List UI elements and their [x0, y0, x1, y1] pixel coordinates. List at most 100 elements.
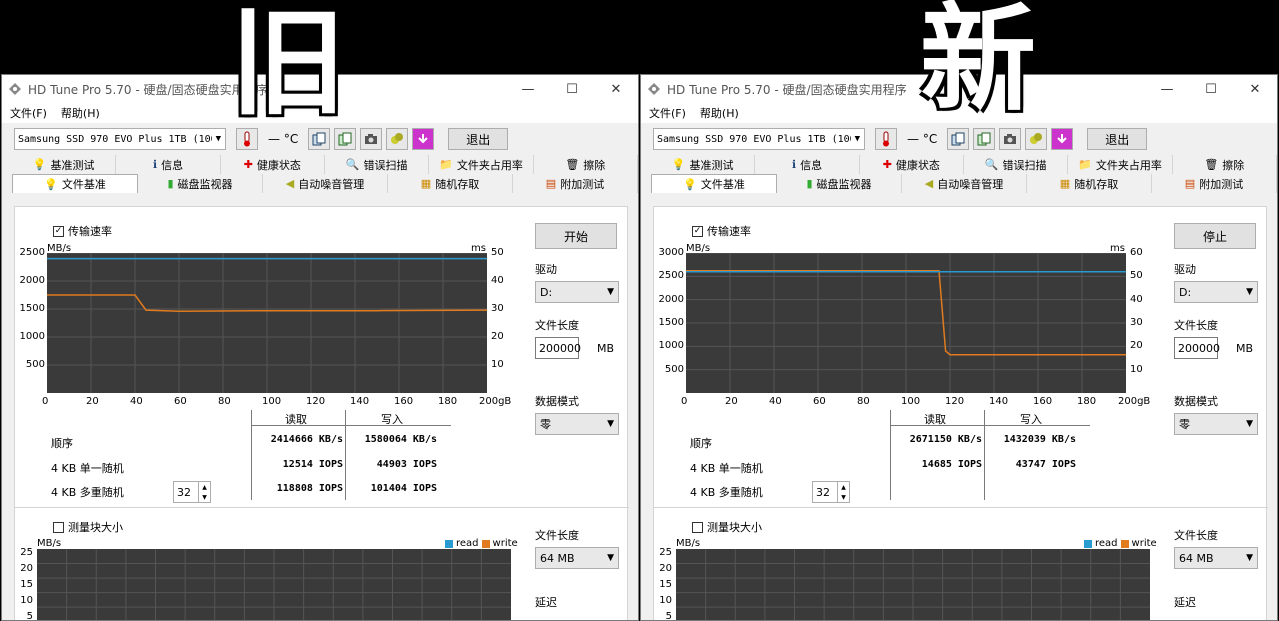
camera-icon[interactable]: [360, 128, 383, 150]
tab-benchmark[interactable]: 💡 基准测试: [12, 155, 117, 174]
block-y-tick: 25: [20, 547, 33, 558]
tab-file-benchmark[interactable]: 💡 文件基准: [12, 174, 138, 193]
tab-extra-tests[interactable]: ▤ 附加测试: [513, 174, 638, 193]
drive-select[interactable]: Samsung SSD 970 EVO Plus 1TB (100( ▼: [14, 128, 226, 150]
tab-erase[interactable]: 🗑 擦除: [1173, 155, 1277, 174]
extra-chart-icon: ▤: [545, 177, 557, 190]
queue-depth-stepper[interactable]: 32 ▲ ▼: [812, 481, 850, 503]
tab-health[interactable]: ✚ 健康状态: [860, 155, 964, 174]
tab-info[interactable]: ℹ 信息: [116, 155, 221, 174]
tab-error-scan[interactable]: 🔍 错误扫描: [964, 155, 1069, 174]
maximize-icon[interactable]: ☐: [550, 82, 594, 97]
stepper-arrows-icon[interactable]: ▲ ▼: [837, 482, 849, 502]
copy-all-icon[interactable]: [334, 128, 357, 150]
queue-depth-stepper[interactable]: 32 ▲ ▼: [173, 481, 211, 503]
tab-health[interactable]: ✚ 健康状态: [221, 155, 325, 174]
close-icon[interactable]: ✕: [594, 82, 638, 97]
minimize-icon[interactable]: —: [506, 82, 550, 97]
block-file-length-select[interactable]: 64 MB ▼: [1174, 547, 1258, 569]
chevron-down-icon: ▼: [215, 134, 222, 144]
file-length-input[interactable]: 200000: [535, 337, 581, 359]
save-down-icon[interactable]: [1051, 128, 1074, 150]
bulb-icon: 💡: [683, 177, 697, 191]
legend-write-swatch: [1120, 539, 1129, 548]
close-icon[interactable]: ✕: [1233, 82, 1277, 97]
tab-label: 健康状态: [256, 158, 301, 172]
tab-random-access[interactable]: ▦ 随机存取: [1027, 174, 1152, 193]
menu-help[interactable]: 帮助(H): [61, 105, 100, 121]
tab-label: 信息: [800, 158, 823, 172]
start-stop-button[interactable]: 开始: [535, 223, 617, 249]
row-4k-multi-read: 118808 IOPS: [276, 483, 343, 494]
tab-extra-tests[interactable]: ▤ 附加测试: [1152, 174, 1277, 193]
y-right-tick: 40: [1130, 293, 1143, 305]
transfer-rate-checkbox[interactable]: ✓ 传输速率: [692, 223, 751, 239]
tab-label: 文件夹占用率: [1095, 158, 1162, 172]
block-file-length-select[interactable]: 64 MB ▼: [535, 547, 619, 569]
block-y-tick: 15: [20, 579, 33, 590]
tab-aam[interactable]: ◀ 自动噪音管理: [263, 174, 388, 193]
minimize-icon[interactable]: —: [1145, 82, 1189, 97]
y-right-tick: 60: [1130, 247, 1143, 258]
drive-select[interactable]: Samsung SSD 970 EVO Plus 1TB (100( ▼: [653, 128, 865, 150]
exit-button[interactable]: 退出: [1087, 128, 1148, 150]
tab-folder-usage[interactable]: 📁 文件夹占用率: [1068, 155, 1173, 174]
y-right-tick: 10: [1130, 363, 1143, 375]
maximize-icon[interactable]: ☐: [1189, 82, 1233, 97]
data-mode-label: 数据模式: [1174, 395, 1218, 408]
tab-disk-monitor[interactable]: ▮ 磁盘监视器: [777, 174, 902, 193]
tab-erase[interactable]: 🗑 擦除: [534, 155, 638, 174]
x-tick: 20: [86, 396, 99, 407]
stepper-arrows-icon[interactable]: ▲ ▼: [198, 482, 210, 502]
chevron-down-icon: ▼: [1246, 419, 1253, 429]
data-mode-select[interactable]: 零 ▼: [1174, 413, 1258, 435]
trash-icon: 🗑: [565, 158, 580, 171]
block-size-graph: [676, 549, 1150, 620]
drive-letter-select[interactable]: D: ▼: [1174, 281, 1258, 303]
bar-chart-icon: ▮: [167, 177, 174, 190]
tab-disk-monitor[interactable]: ▮ 磁盘监视器: [138, 174, 263, 193]
block-y-tick: 10: [20, 595, 33, 606]
menu-file[interactable]: 文件(F): [10, 105, 47, 121]
options-icon[interactable]: [386, 128, 409, 150]
start-stop-button[interactable]: 停止: [1174, 223, 1256, 249]
x-tick: 0: [42, 396, 49, 407]
tabs-row-1: 💡 基准测试 ℹ 信息 ✚ 健康状态 🔍 错误扫描 📁 文件夹占用率 🗑 擦除: [2, 155, 638, 174]
block-size-label: 测量块大小: [707, 521, 762, 534]
transfer-rate-label: 传输速率: [707, 225, 751, 238]
data-mode-value: 零: [540, 418, 551, 431]
menu-file[interactable]: 文件(F): [649, 105, 686, 121]
speaker-icon: ◀: [924, 177, 934, 190]
tab-folder-usage[interactable]: 📁 文件夹占用率: [429, 155, 534, 174]
tab-random-access[interactable]: ▦ 随机存取: [388, 174, 513, 193]
tab-info[interactable]: ℹ 信息: [755, 155, 860, 174]
block-size-svg: [676, 549, 1150, 620]
options-icon[interactable]: [1025, 128, 1048, 150]
tab-label: 信息: [161, 158, 184, 172]
camera-icon[interactable]: [999, 128, 1022, 150]
tab-label: 文件基准: [61, 178, 106, 191]
y-left-tick: 2500: [658, 270, 684, 282]
copy-icon[interactable]: [308, 128, 331, 150]
row-4k-single-read: 12514 IOPS: [282, 459, 343, 470]
copy-icon[interactable]: [947, 128, 970, 150]
thermometer-icon[interactable]: [875, 128, 897, 150]
tab-benchmark[interactable]: 💡 基准测试: [651, 155, 756, 174]
tab-file-benchmark[interactable]: 💡 文件基准: [651, 174, 777, 193]
save-down-icon[interactable]: [412, 128, 435, 150]
block-size-checkbox[interactable]: 测量块大小: [53, 519, 123, 535]
tab-error-scan[interactable]: 🔍 错误扫描: [325, 155, 430, 174]
file-length-input[interactable]: 200000: [1174, 337, 1220, 359]
transfer-rate-checkbox[interactable]: ✓ 传输速率: [53, 223, 112, 239]
speaker-icon: ◀: [285, 177, 295, 190]
menu-help[interactable]: 帮助(H): [700, 105, 739, 121]
row-4k-multi-write: 101404 IOPS: [370, 483, 437, 494]
exit-button[interactable]: 退出: [448, 128, 509, 150]
thermometer-icon[interactable]: [236, 128, 258, 150]
block-size-checkbox[interactable]: 测量块大小: [692, 519, 762, 535]
tab-aam[interactable]: ◀ 自动噪音管理: [902, 174, 1027, 193]
random-chart-icon: ▦: [420, 177, 432, 190]
data-mode-select[interactable]: 零 ▼: [535, 413, 619, 435]
copy-all-icon[interactable]: [973, 128, 996, 150]
drive-letter-select[interactable]: D: ▼: [535, 281, 619, 303]
